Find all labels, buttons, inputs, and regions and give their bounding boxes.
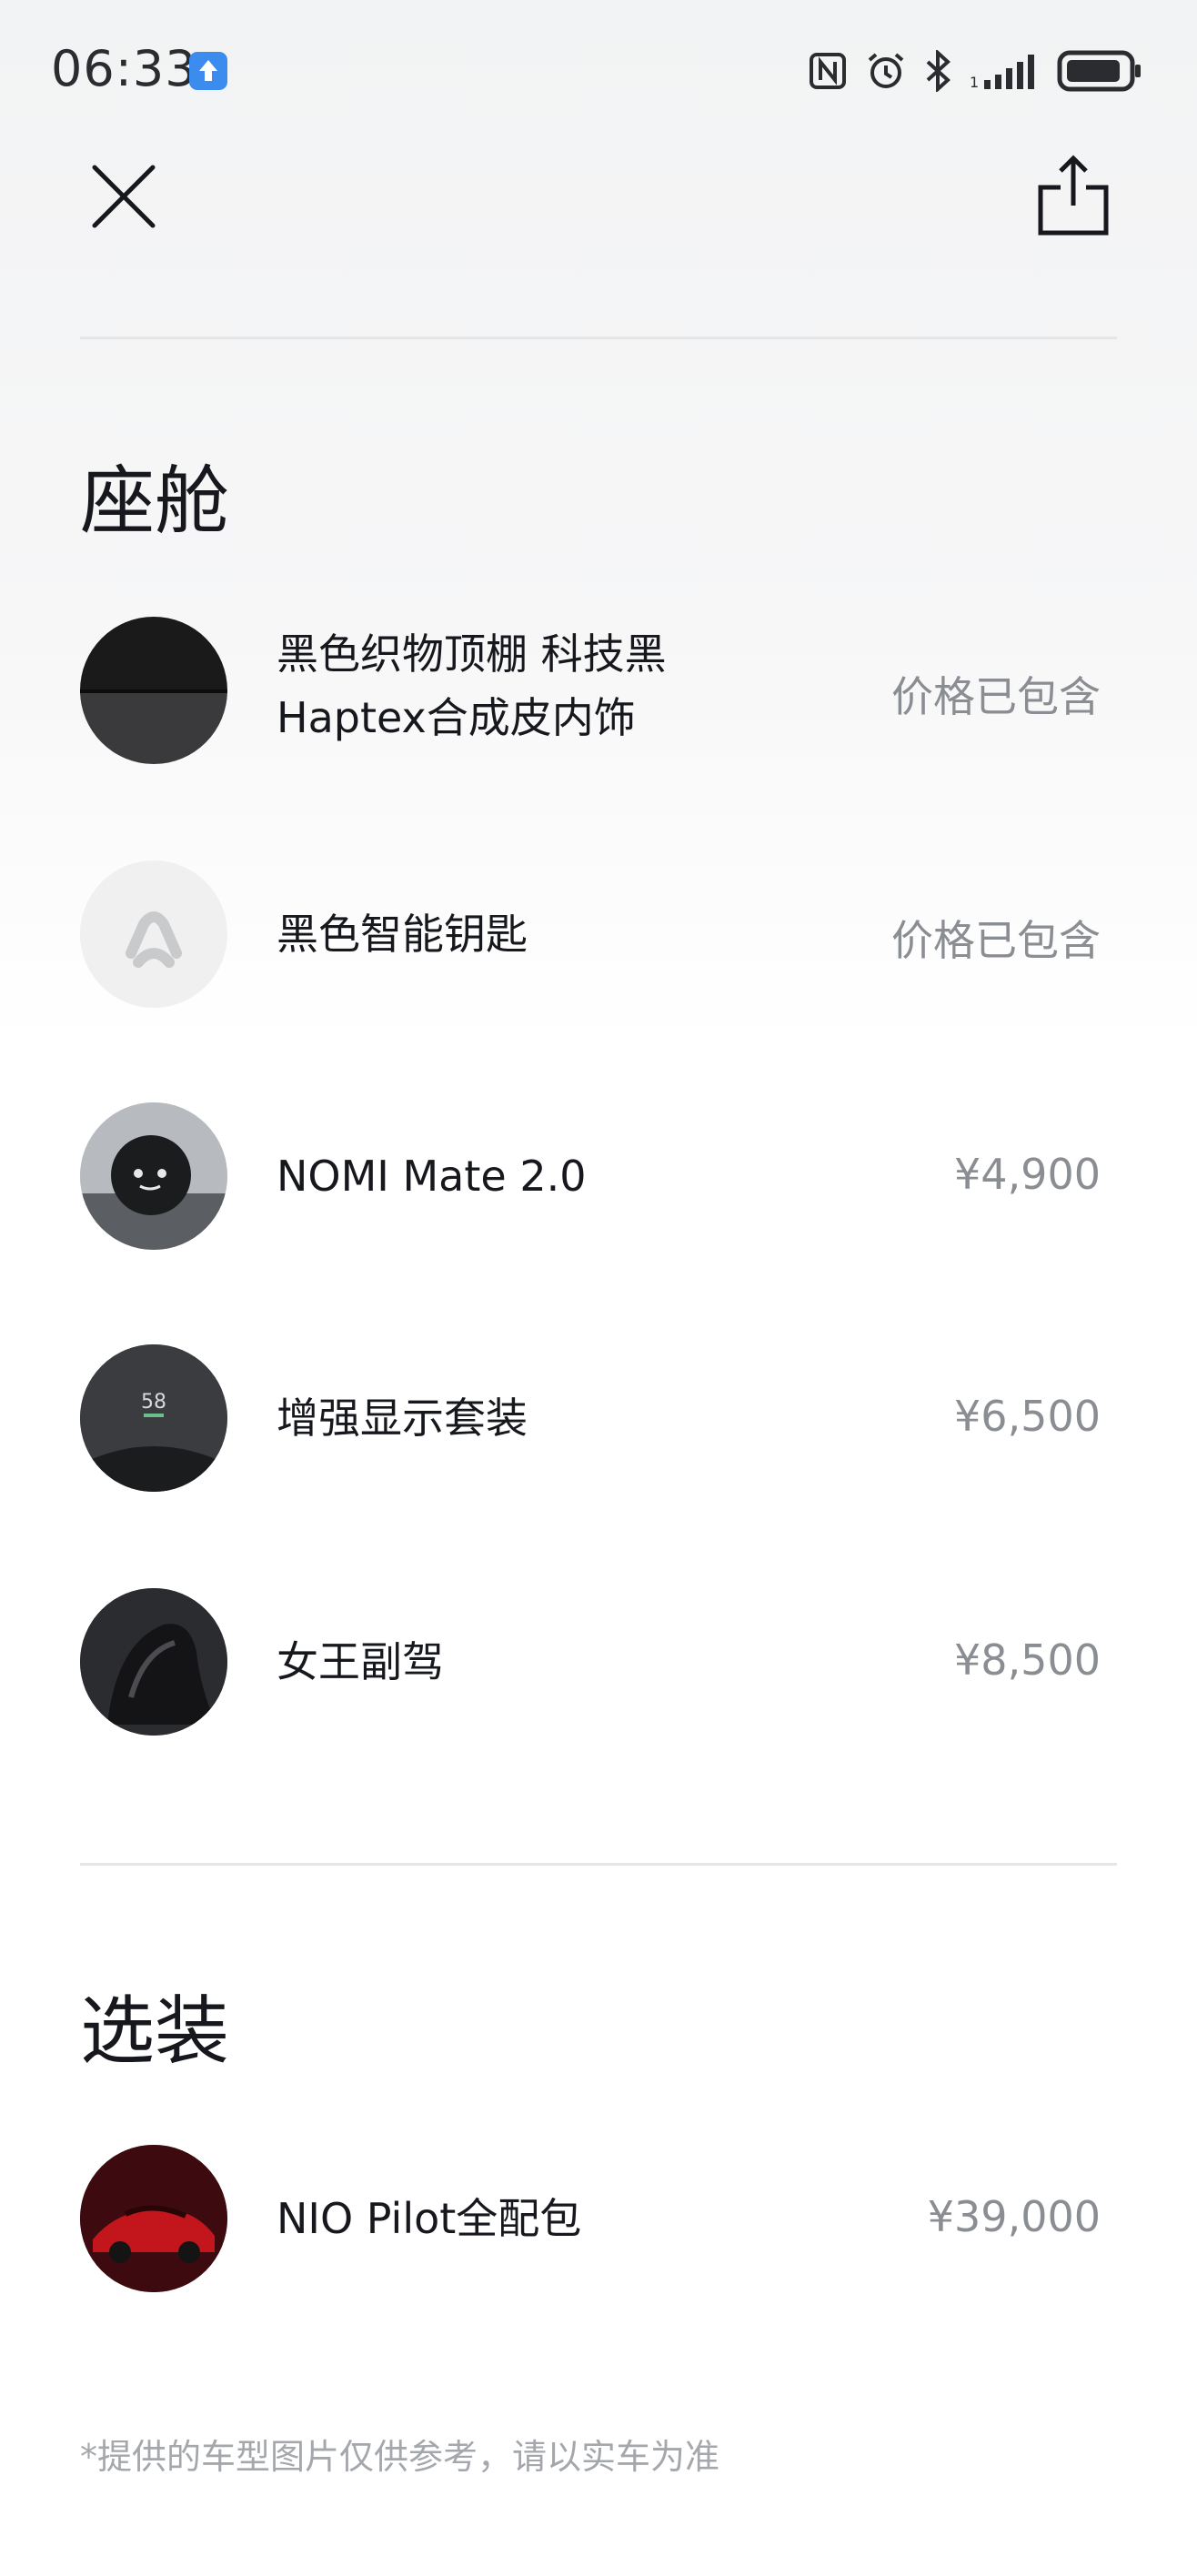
queen-seat-thumbnail [80,1588,227,1736]
share-icon [1038,155,1109,236]
status-icons: 1 [808,45,1142,96]
option-item-price: ¥39,000 [927,2192,1101,2241]
cabin-item-label: 黑色智能钥匙 [277,910,528,959]
cabin-item-price: 价格已包含 [891,916,1101,965]
status-bar: 06:33 1 [0,0,1197,146]
cabin-item-price: ¥4,900 [954,1150,1101,1199]
cabin-item-nomi-mate[interactable]: NOMI Mate 2.0 ¥4,900 [80,1102,1101,1252]
top-divider [80,337,1117,339]
share-button[interactable] [1035,153,1112,238]
display-package-thumbnail: 58 [80,1344,227,1492]
alarm-icon [868,53,904,88]
cabin-item-display-package[interactable]: 58 增强显示套装 ¥6,500 [80,1344,1101,1494]
status-time: 06:33 [51,40,197,97]
cabin-item-interior[interactable]: 黑色织物顶棚 科技黑 Haptex合成皮内饰 价格已包含 [80,617,1101,766]
nio-pilot-thumbnail [80,2145,227,2292]
app-notification-icon [189,52,227,90]
signal-icon: 1 [970,55,1034,89]
close-icon [92,165,156,228]
cabin-item-label: 女王副驾 [277,1637,444,1686]
close-button[interactable] [87,160,160,233]
interior-fabric-thumbnail [80,617,227,764]
cabin-item-label: NOMI Mate 2.0 [277,1152,587,1201]
cabin-item-label: 增强显示套装 [277,1394,528,1443]
option-item-label: NIO Pilot全配包 [277,2194,582,2243]
cabin-item-label: 黑色织物顶棚 科技黑 Haptex合成皮内饰 [277,629,667,742]
smart-key-thumbnail [80,860,227,1008]
disclaimer-footnote: *提供的车型图片仅供参考，请以实车为准 [80,2437,720,2477]
cabin-item-queen-seat[interactable]: 女王副驾 ¥8,500 [80,1588,1101,1737]
svg-text:1: 1 [970,74,979,89]
cabin-item-price: 价格已包含 [891,672,1101,721]
section-divider [80,1863,1117,1866]
battery-icon [1057,50,1141,92]
display-thumb-speed: 58 [141,1391,166,1414]
section-title-cabin: 座舱 [80,458,230,545]
nomi-mate-thumbnail [80,1102,227,1250]
bluetooth-icon [926,50,951,92]
cabin-item-price: ¥6,500 [954,1392,1101,1441]
section-title-options: 选装 [80,1988,230,2075]
nfc-icon [810,53,846,89]
cabin-item-smart-key[interactable]: 黑色智能钥匙 价格已包含 [80,860,1101,1010]
option-item-nio-pilot[interactable]: NIO Pilot全配包 ¥39,000 [80,2145,1101,2294]
cabin-item-price: ¥8,500 [954,1635,1101,1685]
